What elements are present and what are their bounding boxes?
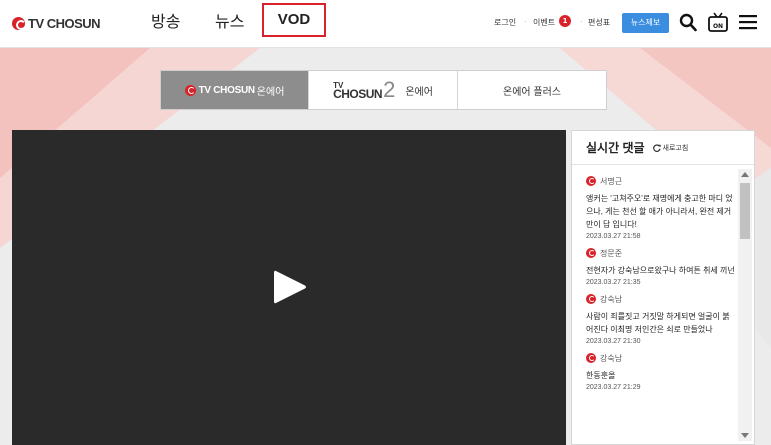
comment-scrollbar[interactable]: [738, 169, 752, 441]
separator-dot: ·: [580, 17, 583, 26]
tab-chosun2-onair[interactable]: TV CHOSUN 2 온에어: [309, 71, 458, 109]
list-item: 정문준 전현자가 강숙남으로왔구나 하여튼 취세 끼넌 2023.03.27 2…: [586, 247, 736, 286]
scroll-down-arrow-icon[interactable]: [741, 433, 749, 438]
site-header: TV CHOSUN 방송 뉴스 VOD 로그인 · 이벤트 1 · 편성표 뉴스…: [0, 0, 771, 48]
event-link[interactable]: 이벤트: [533, 17, 555, 28]
comment-time: 2023.03.27 21:29: [586, 384, 641, 391]
comment-time: 2023.03.27 21:35: [586, 279, 641, 286]
list-item: 강숙남 한동훈올 2023.03.27 21:29: [586, 352, 736, 391]
nav-news[interactable]: 뉴스: [215, 0, 244, 48]
user-logo-icon: [586, 176, 596, 186]
scroll-thumb[interactable]: [740, 183, 750, 239]
hamburger-menu-icon[interactable]: [739, 13, 757, 31]
live-comments-panel: 실시간 댓글 새로고침 서명근 앵커는 '고쳐주오'로 재명에게 충고한 마디 …: [571, 130, 755, 445]
onair-tv-icon[interactable]: ON: [707, 11, 729, 33]
comment-user: 서명근: [586, 175, 736, 187]
schedule-link[interactable]: 편성표: [588, 17, 610, 28]
comment-username: 강숙남: [600, 294, 623, 304]
tv-chosun-logo-mark-icon: [12, 16, 26, 30]
refresh-label: 새로고침: [662, 144, 689, 152]
chosun2-logo-number: 2: [383, 77, 396, 102]
user-logo-icon: [586, 294, 596, 304]
nav-vod[interactable]: VOD: [262, 3, 326, 37]
comment-list: 서명근 앵커는 '고쳐주오'로 재명에게 충고한 마디 었으나, 게는 천선 할…: [572, 175, 736, 398]
tv-chosun-logo[interactable]: TV CHOSUN: [12, 13, 101, 33]
comment-text: 한동훈올: [586, 371, 616, 380]
comment-time: 2023.03.27 21:58: [586, 233, 641, 240]
chosun2-logo-chosun: CHOSUN: [333, 87, 383, 101]
comment-username: 강숙남: [600, 353, 623, 363]
comment-user: 정문준: [586, 247, 736, 259]
login-link[interactable]: 로그인: [494, 17, 516, 28]
list-item: 서명근 앵커는 '고쳐주오'로 재명에게 충고한 마디 었으나, 게는 천선 할…: [586, 175, 736, 240]
comment-username: 정문준: [600, 248, 623, 258]
search-icon[interactable]: [679, 13, 697, 33]
tab-tv-chosun-onair[interactable]: TV CHOSUN 온에어: [161, 71, 309, 109]
logo-text: TV CHOSUN: [28, 15, 101, 31]
tab-brand: TV CHOSUN: [198, 84, 256, 96]
comment-username: 서명근: [600, 176, 623, 186]
comment-text: 전현자가 강숙남으로왔구나 하여튼 취세 끼넌: [586, 266, 735, 275]
refresh-icon: [652, 143, 661, 152]
tab-label: 온에어: [405, 86, 433, 98]
channel-tabs: TV CHOSUN 온에어 TV CHOSUN 2 온에어 온에어 플러스: [160, 70, 607, 110]
play-icon[interactable]: [272, 268, 308, 306]
tv-chosun-logo-mark-icon: [184, 84, 196, 96]
news-tip-button[interactable]: 뉴스제보: [622, 13, 669, 33]
comment-user: 강숙남: [586, 352, 736, 364]
refresh-button[interactable]: 새로고침: [652, 143, 689, 153]
separator-dot: ·: [524, 17, 527, 26]
tab-onair-plus[interactable]: 온에어 플러스: [458, 71, 606, 109]
comment-text: 앵커는 '고쳐주오'로 재명에게 충고한 마디 었으나, 게는 천선 할 애가 …: [586, 194, 733, 229]
user-logo-icon: [586, 353, 596, 363]
event-count-badge: 1: [559, 15, 571, 27]
tab-label: 온에어: [256, 86, 285, 98]
comment-user: 강숙남: [586, 293, 736, 305]
nav-broadcast[interactable]: 방송: [151, 0, 180, 48]
comment-time: 2023.03.27 21:30: [586, 338, 641, 345]
tv-icon-label: ON: [713, 23, 723, 30]
user-logo-icon: [586, 248, 596, 258]
comment-text: 사람이 죄를짓고 거짓말 하게되면 얼굴이 붉어진다 이최명 저인간은 쇠로 만…: [586, 312, 730, 334]
list-item: 강숙남 사람이 죄를짓고 거짓말 하게되면 얼굴이 붉어진다 이최명 저인간은 …: [586, 293, 736, 345]
chosun2-logo: TV CHOSUN 2: [333, 79, 395, 101]
scroll-up-arrow-icon[interactable]: [741, 172, 749, 177]
panel-title: 실시간 댓글: [586, 141, 645, 155]
panel-header: 실시간 댓글 새로고침: [572, 131, 754, 165]
